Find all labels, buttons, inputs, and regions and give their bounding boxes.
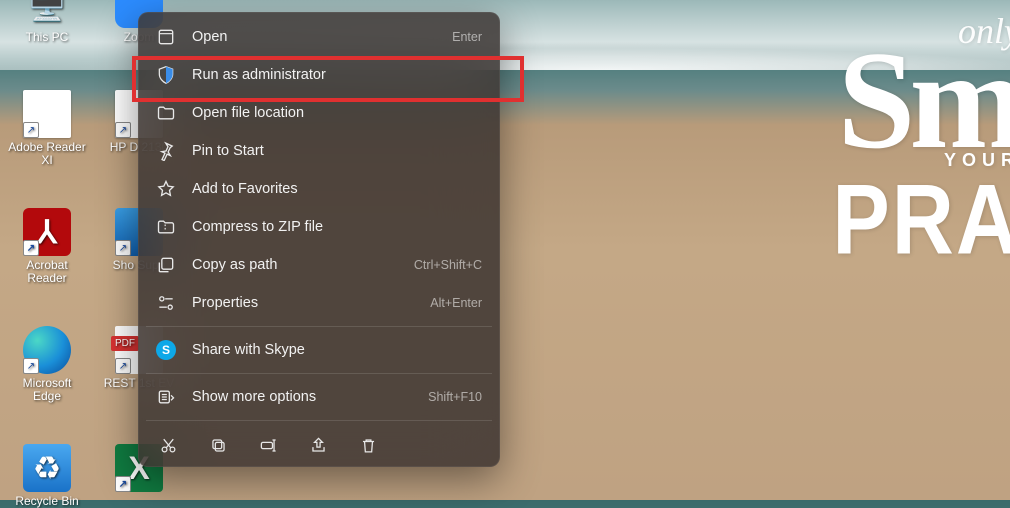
menu-label: Open bbox=[192, 29, 452, 45]
menu-item-compress[interactable]: Compress to ZIP file bbox=[144, 208, 494, 246]
menu-label: Compress to ZIP file bbox=[192, 219, 482, 235]
menu-item-more-options[interactable]: Show more options Shift+F10 bbox=[144, 378, 494, 416]
shortcut-arrow-icon: ↗ bbox=[23, 358, 39, 374]
share-button[interactable] bbox=[308, 435, 328, 455]
desktop-icon-this-pc[interactable]: 🖥️ This PC bbox=[8, 0, 86, 44]
pin-icon bbox=[156, 141, 176, 161]
menu-item-pin-start[interactable]: Pin to Start bbox=[144, 132, 494, 170]
desktop-icon-edge[interactable]: ↗ Microsoft Edge bbox=[8, 326, 86, 403]
zip-icon bbox=[156, 217, 176, 237]
icon-label: This PC bbox=[8, 31, 86, 44]
edge-icon: ↗ bbox=[23, 326, 71, 374]
shortcut-arrow-icon: ↗ bbox=[23, 240, 39, 256]
folder-icon bbox=[156, 103, 176, 123]
icon-label: Acrobat Reader bbox=[8, 259, 86, 285]
properties-icon bbox=[156, 293, 176, 313]
shield-icon bbox=[156, 65, 176, 85]
desktop-icon-acrobat[interactable]: ⅄↗ Acrobat Reader bbox=[8, 208, 86, 285]
menu-label: Share with Skype bbox=[192, 342, 482, 358]
shortcut-arrow-icon: ↗ bbox=[23, 122, 39, 138]
desktop-icon-recycle-bin[interactable]: ♻ Recycle Bin bbox=[8, 444, 86, 508]
menu-label: Show more options bbox=[192, 389, 428, 405]
menu-divider bbox=[146, 373, 492, 374]
desktop-icon-adobe-reader[interactable]: ↗ Adobe Reader XI bbox=[8, 90, 86, 167]
open-icon bbox=[156, 27, 176, 47]
icon-label: Recycle Bin bbox=[8, 495, 86, 508]
menu-label: Copy as path bbox=[192, 257, 414, 273]
menu-shortcut: Alt+Enter bbox=[430, 296, 482, 310]
more-options-icon bbox=[156, 387, 176, 407]
icon-label: Adobe Reader XI bbox=[8, 141, 86, 167]
shortcut-arrow-icon: ↗ bbox=[115, 122, 131, 138]
copy-path-icon bbox=[156, 255, 176, 275]
menu-item-skype[interactable]: S Share with Skype bbox=[144, 331, 494, 369]
cut-button[interactable] bbox=[158, 435, 178, 455]
menu-shortcut: Ctrl+Shift+C bbox=[414, 258, 482, 272]
menu-item-properties[interactable]: Properties Alt+Enter bbox=[144, 284, 494, 322]
rename-button[interactable] bbox=[258, 435, 278, 455]
menu-item-open-location[interactable]: Open file location bbox=[144, 94, 494, 132]
action-row bbox=[144, 425, 494, 461]
menu-shortcut: Enter bbox=[452, 30, 482, 44]
monitor-icon: 🖥️ bbox=[23, 0, 71, 28]
copy-button[interactable] bbox=[208, 435, 228, 455]
menu-divider bbox=[146, 326, 492, 327]
skype-icon: S bbox=[156, 340, 176, 360]
shortcut-arrow-icon: ↗ bbox=[115, 240, 131, 256]
menu-label: Properties bbox=[192, 295, 430, 311]
icon-label: Microsoft Edge bbox=[8, 377, 86, 403]
recycle-bin-icon: ♻ bbox=[23, 444, 71, 492]
context-menu: Open Enter Run as administrator Open fil… bbox=[138, 12, 500, 467]
menu-label: Run as administrator bbox=[192, 67, 482, 83]
shortcut-arrow-icon: ↗ bbox=[115, 476, 131, 492]
shortcut-arrow-icon: ↗ bbox=[115, 358, 131, 374]
menu-label: Pin to Start bbox=[192, 143, 482, 159]
delete-button[interactable] bbox=[358, 435, 378, 455]
star-icon bbox=[156, 179, 176, 199]
menu-item-copy-path[interactable]: Copy as path Ctrl+Shift+C bbox=[144, 246, 494, 284]
menu-item-run-admin[interactable]: Run as administrator bbox=[144, 56, 494, 94]
file-icon: ↗ bbox=[23, 90, 71, 138]
menu-item-open[interactable]: Open Enter bbox=[144, 18, 494, 56]
menu-divider bbox=[146, 420, 492, 421]
menu-label: Open file location bbox=[192, 105, 482, 121]
menu-shortcut: Shift+F10 bbox=[428, 390, 482, 404]
menu-item-favorites[interactable]: Add to Favorites bbox=[144, 170, 494, 208]
acrobat-icon: ⅄↗ bbox=[23, 208, 71, 256]
menu-label: Add to Favorites bbox=[192, 181, 482, 197]
